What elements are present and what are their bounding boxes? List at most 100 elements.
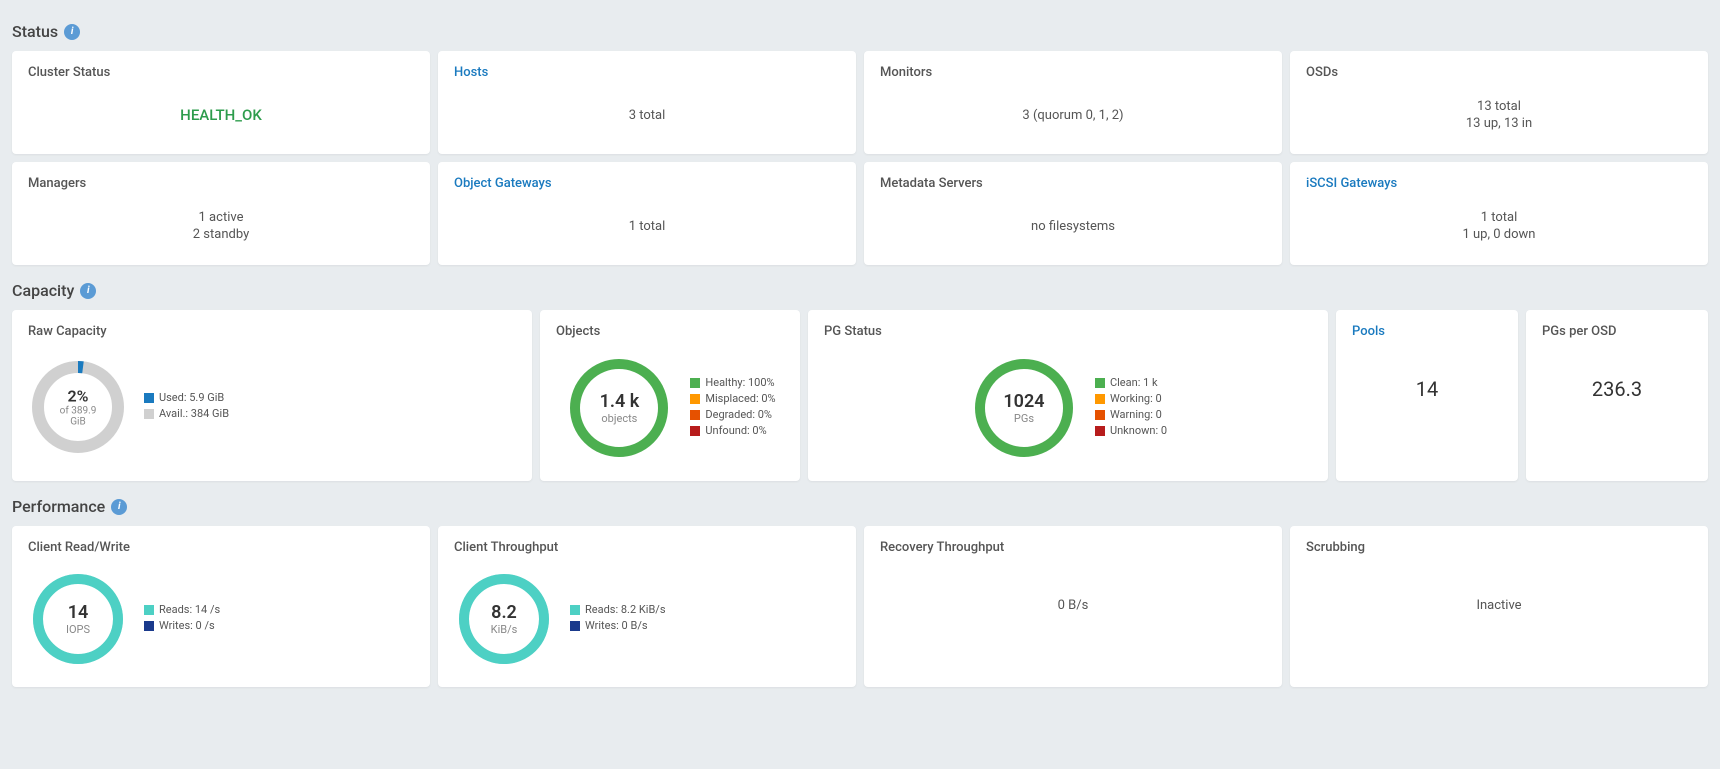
hosts-title[interactable]: Hosts <box>454 65 840 80</box>
objects-unfound-box <box>690 426 700 436</box>
object-gateways-value: 1 total <box>629 219 666 234</box>
legend-used-label: Used: 5.9 GiB <box>159 391 224 404</box>
osds-title: OSDs <box>1306 65 1692 80</box>
client-throughput-circle: 8.2 KiB/s <box>454 569 554 669</box>
pg-warning-label: Warning: 0 <box>1110 408 1162 421</box>
pg-working-label: Working: 0 <box>1110 392 1162 405</box>
scrubbing-value: Inactive <box>1476 598 1521 613</box>
client-rw-reads: Reads: 14 /s <box>144 603 220 616</box>
client-throughput-card: Client Throughput 8.2 KiB/s Reads: 8.2 K… <box>438 526 856 687</box>
iscsi-value2: 1 up, 0 down <box>1462 227 1535 242</box>
performance-section-header: Performance i <box>12 497 1708 516</box>
client-rw-label: 14 IOPS <box>66 602 90 636</box>
rw-writes-label: Writes: 0 /s <box>159 619 215 632</box>
pgs-per-osd-title: PGs per OSD <box>1542 324 1692 339</box>
objects-title: Objects <box>556 324 784 339</box>
pools-title[interactable]: Pools <box>1352 324 1502 339</box>
tp-writes-box <box>570 621 580 631</box>
pg-legend: Clean: 1 k Working: 0 Warning: 0 Unknown… <box>1095 376 1167 440</box>
throughput-reads: Reads: 8.2 KiB/s <box>570 603 666 616</box>
pg-status-title: PG Status <box>824 324 1312 339</box>
objects-unfound: Unfound: 0% <box>690 424 775 437</box>
tp-reads-label: Reads: 8.2 KiB/s <box>585 603 666 616</box>
legend-avail: Avail.: 384 GiB <box>144 407 229 420</box>
status-info-icon[interactable]: i <box>64 24 80 40</box>
objects-misplaced: Misplaced: 0% <box>690 392 775 405</box>
objects-sub: objects <box>600 412 640 425</box>
pg-status-card: PG Status 1024 PGs Clean: 1 k Working: <box>808 310 1328 481</box>
rw-reads-box <box>144 605 154 615</box>
pg-unknown-label: Unknown: 0 <box>1110 424 1167 437</box>
recovery-throughput-title: Recovery Throughput <box>880 540 1266 555</box>
iscsi-value1: 1 total <box>1481 210 1518 225</box>
monitors-card: Monitors 3 (quorum 0, 1, 2) <box>864 51 1282 154</box>
raw-capacity-card: Raw Capacity 2% of 389.9 GiB Used: 5.9 G… <box>12 310 532 481</box>
hosts-card: Hosts 3 total <box>438 51 856 154</box>
client-rw-writes: Writes: 0 /s <box>144 619 220 632</box>
raw-capacity-of: of 389.9 GiB <box>53 406 103 428</box>
objects-healthy: Healthy: 100% <box>690 376 775 389</box>
metadata-servers-value: no filesystems <box>1031 219 1115 234</box>
pg-working: Working: 0 <box>1095 392 1167 405</box>
pg-warning: Warning: 0 <box>1095 408 1167 421</box>
status-label: Status <box>12 22 58 41</box>
legend-used-box <box>144 393 154 403</box>
pg-clean: Clean: 1 k <box>1095 376 1167 389</box>
monitors-title: Monitors <box>880 65 1266 80</box>
capacity-label: Capacity <box>12 281 74 300</box>
client-rw-value: 14 <box>66 602 90 623</box>
objects-card: Objects 1.4 k objects Healthy: 100% Mi <box>540 310 800 481</box>
capacity-info-icon[interactable]: i <box>80 283 96 299</box>
raw-capacity-title: Raw Capacity <box>28 324 516 339</box>
metadata-servers-title: Metadata Servers <box>880 176 1266 191</box>
managers-title: Managers <box>28 176 414 191</box>
raw-capacity-percent: 2% <box>53 387 103 406</box>
client-throughput-title: Client Throughput <box>454 540 840 555</box>
objects-donut-label: 1.4 k objects <box>600 391 640 425</box>
objects-donut: 1.4 k objects <box>564 353 674 463</box>
object-gateways-card: Object Gateways 1 total <box>438 162 856 265</box>
status-row2: Managers 1 active 2 standby Object Gatew… <box>12 162 1708 265</box>
pools-card: Pools 14 <box>1336 310 1518 481</box>
status-section-header: Status i <box>12 22 1708 41</box>
client-throughput-sub: KiB/s <box>491 623 518 636</box>
pg-status-content: 1024 PGs Clean: 1 k Working: 0 Warning: … <box>824 349 1312 467</box>
client-rw-card: Client Read/Write 14 IOPS Reads: 14 /s <box>12 526 430 687</box>
performance-info-icon[interactable]: i <box>111 499 127 515</box>
client-rw-content: 14 IOPS Reads: 14 /s Writes: 0 /s <box>28 565 414 673</box>
throughput-writes: Writes: 0 B/s <box>570 619 666 632</box>
client-rw-sub: IOPS <box>66 623 90 636</box>
pg-value: 1024 <box>1003 391 1044 412</box>
performance-label: Performance <box>12 497 105 516</box>
tp-reads-box <box>570 605 580 615</box>
pools-value: 14 <box>1416 377 1438 401</box>
objects-content: 1.4 k objects Healthy: 100% Misplaced: 0… <box>556 349 784 467</box>
pg-unknown: Unknown: 0 <box>1095 424 1167 437</box>
pg-donut-label: 1024 PGs <box>1003 391 1044 425</box>
raw-capacity-label: 2% of 389.9 GiB <box>53 387 103 428</box>
iscsi-gateways-title[interactable]: iSCSI Gateways <box>1306 176 1692 191</box>
raw-capacity-donut: 2% of 389.9 GiB <box>28 357 128 457</box>
hosts-value: 3 total <box>629 108 666 123</box>
client-rw-legend: Reads: 14 /s Writes: 0 /s <box>144 603 220 635</box>
capacity-row: Raw Capacity 2% of 389.9 GiB Used: 5.9 G… <box>12 310 1708 481</box>
objects-healthy-label: Healthy: 100% <box>705 376 774 389</box>
performance-row: Client Read/Write 14 IOPS Reads: 14 /s <box>12 526 1708 687</box>
objects-degraded-label: Degraded: 0% <box>705 408 772 421</box>
pg-working-box <box>1095 394 1105 404</box>
object-gateways-title[interactable]: Object Gateways <box>454 176 840 191</box>
managers-standby: 2 standby <box>193 227 249 242</box>
legend-avail-box <box>144 409 154 419</box>
metadata-servers-card: Metadata Servers no filesystems <box>864 162 1282 265</box>
objects-misplaced-box <box>690 394 700 404</box>
client-throughput-content: 8.2 KiB/s Reads: 8.2 KiB/s Writes: 0 B/s <box>454 565 840 673</box>
recovery-throughput-card: Recovery Throughput 0 B/s <box>864 526 1282 687</box>
objects-healthy-box <box>690 378 700 388</box>
objects-degraded: Degraded: 0% <box>690 408 775 421</box>
objects-unfound-label: Unfound: 0% <box>705 424 766 437</box>
pg-unknown-box <box>1095 426 1105 436</box>
objects-misplaced-label: Misplaced: 0% <box>705 392 775 405</box>
recovery-throughput-value: 0 B/s <box>1058 598 1089 613</box>
pg-donut: 1024 PGs <box>969 353 1079 463</box>
tp-writes-label: Writes: 0 B/s <box>585 619 648 632</box>
